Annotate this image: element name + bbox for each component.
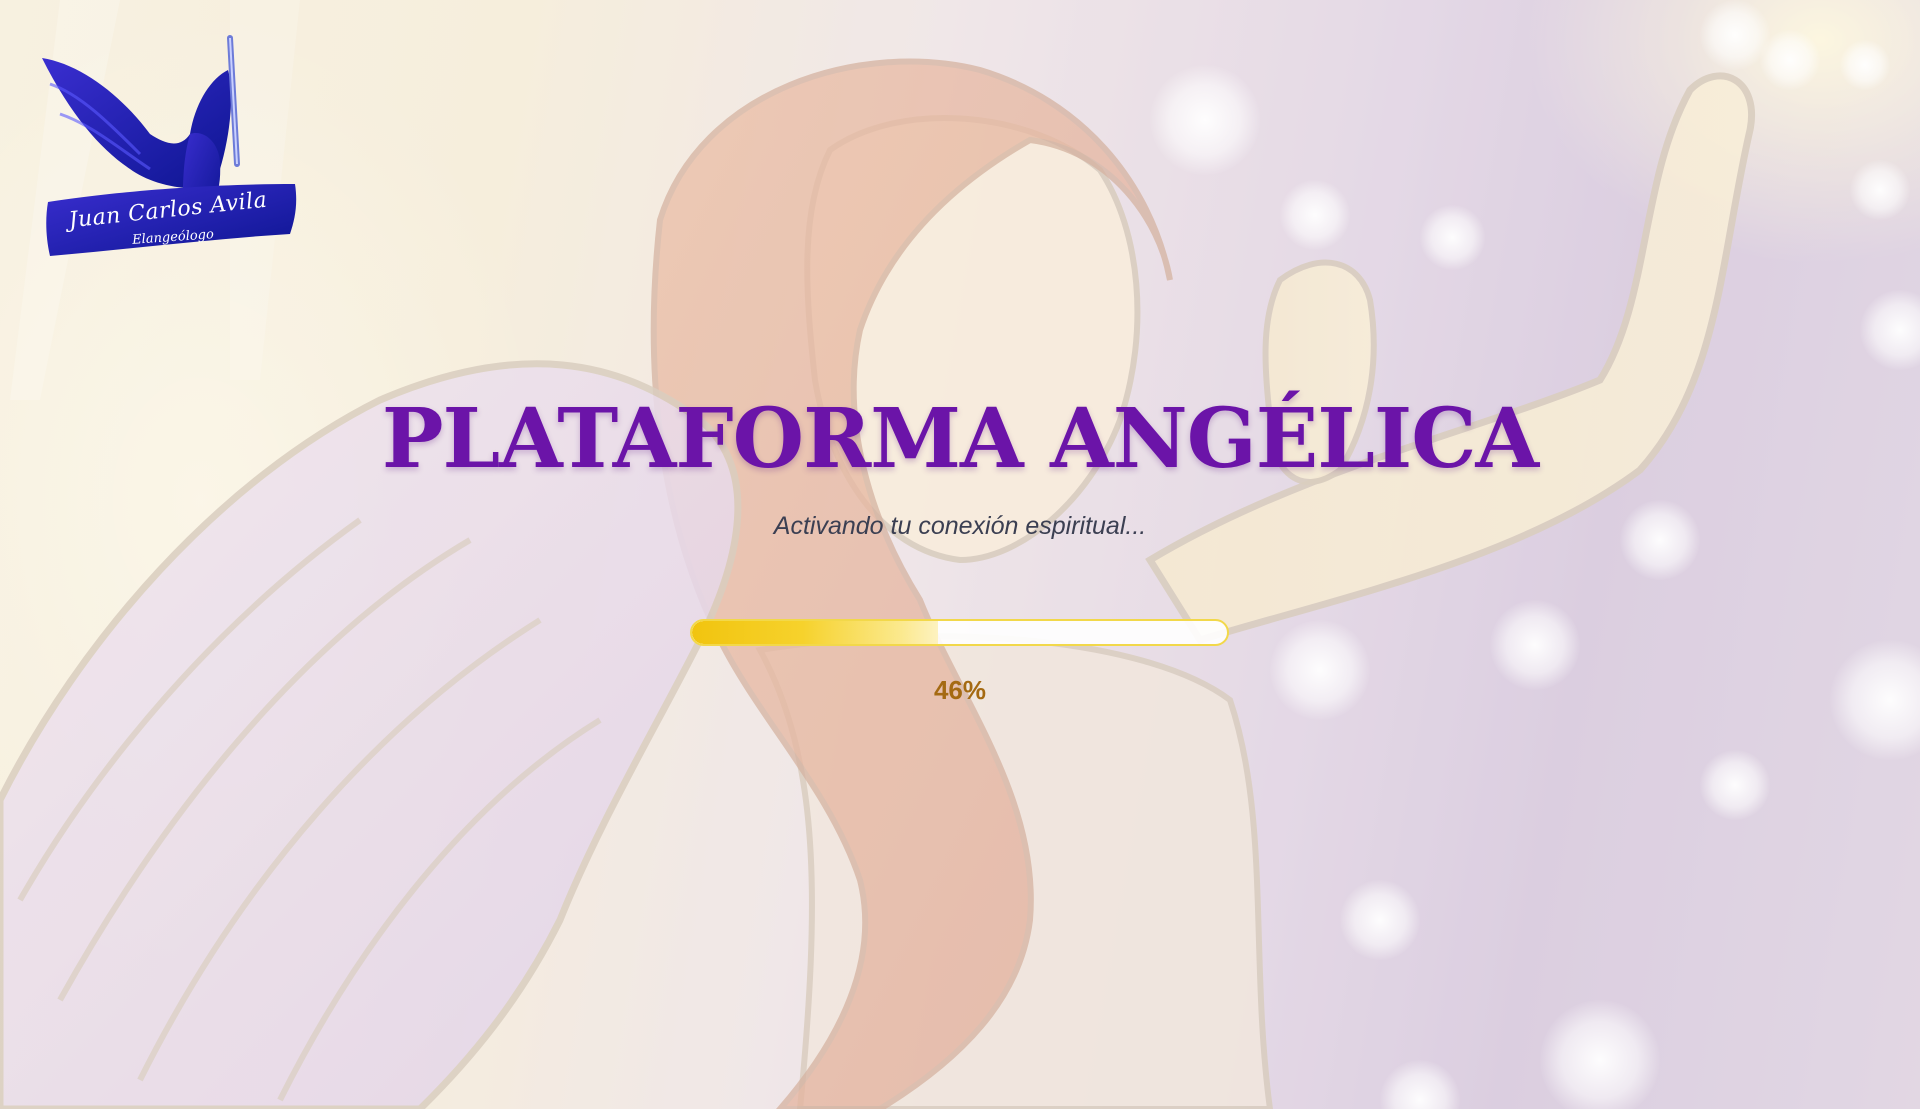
bokeh-light	[1280, 180, 1350, 250]
page-title: PLATAFORMA ANGÉLICA	[381, 391, 1539, 487]
loading-screen: Juan Carlos Avila Elangeólogo PLATAFORMA…	[0, 0, 1920, 1109]
progress-bar-fill	[692, 621, 939, 644]
loading-subtitle: Activando tu conexión espiritual...	[773, 512, 1147, 540]
progress-percentage: 46%	[933, 675, 987, 705]
bokeh-light	[1420, 205, 1485, 270]
bokeh-light	[1760, 30, 1820, 90]
bokeh-light	[1540, 1000, 1660, 1109]
bokeh-light	[1340, 880, 1420, 960]
bokeh-light	[1150, 65, 1260, 175]
bokeh-light	[1850, 160, 1910, 220]
progress-bar	[690, 619, 1229, 646]
bokeh-light	[1700, 750, 1770, 820]
bokeh-light	[1840, 40, 1890, 90]
